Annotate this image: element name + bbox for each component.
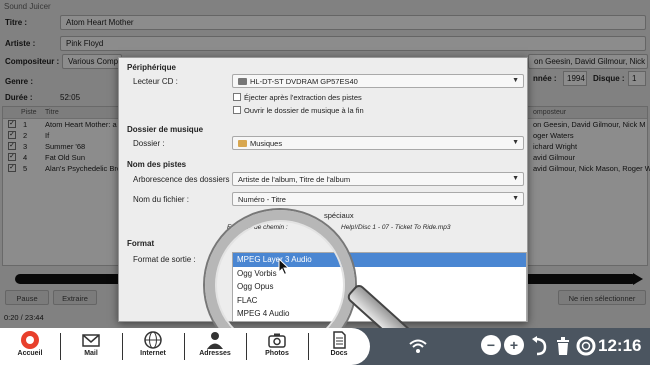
wifi-icon[interactable] bbox=[408, 337, 428, 355]
dock-item-adresses[interactable]: Adresses bbox=[190, 330, 240, 364]
filename-select[interactable]: Numéro - Titre ▼ bbox=[232, 192, 524, 206]
dock-item-photos[interactable]: Photos bbox=[252, 330, 302, 364]
folder-select[interactable]: Musiques ▼ bbox=[232, 136, 524, 150]
dock-item-docs[interactable]: Docs bbox=[314, 330, 364, 364]
dock-divider bbox=[122, 333, 123, 360]
chevron-down-icon: ▼ bbox=[512, 175, 519, 182]
help-lifebuoy-icon[interactable] bbox=[576, 336, 596, 356]
zoom-in-icon[interactable]: + bbox=[504, 335, 524, 355]
dock-divider bbox=[246, 333, 247, 360]
dock-item-mail[interactable]: Mail bbox=[66, 330, 116, 364]
output-format-label: Format de sortie : bbox=[133, 255, 196, 264]
example-path: Help!/Disc 1 - 07 - Ticket To Ride.mp3 bbox=[341, 224, 451, 231]
clock: 12:16 bbox=[598, 336, 642, 355]
folder-value: Musiques bbox=[250, 139, 283, 148]
filename-value: Numéro - Titre bbox=[238, 195, 286, 204]
camera-icon bbox=[268, 333, 286, 348]
mouse-pointer-icon bbox=[278, 258, 290, 276]
folder-label: Dossier : bbox=[133, 139, 165, 148]
section-format: Format bbox=[127, 239, 155, 248]
dock-label: Adresses bbox=[199, 350, 231, 357]
cd-reader-select[interactable]: HL-DT-ST DVDRAM GP57ES40 ▼ bbox=[232, 74, 524, 88]
chevron-down-icon: ▼ bbox=[512, 77, 519, 84]
open-folder-option[interactable]: Ouvrir le dossier de musique à la fin bbox=[233, 106, 364, 115]
filename-label: Nom du fichier : bbox=[133, 195, 190, 204]
folder-tree-value: Artiste de l'album, Titre de l'album bbox=[238, 175, 351, 184]
open-folder-label: Ouvrir le dossier de musique à la fin bbox=[244, 106, 364, 115]
zoom-out-icon[interactable]: − bbox=[481, 335, 501, 355]
eject-option[interactable]: Éjecter après l'extraction des pistes bbox=[233, 93, 362, 102]
dock-item-internet[interactable]: Internet bbox=[128, 330, 178, 364]
dock-divider bbox=[184, 333, 185, 360]
document-icon bbox=[333, 331, 346, 349]
folder-icon bbox=[238, 140, 247, 147]
cd-drive-icon bbox=[238, 78, 247, 85]
open-folder-checkbox[interactable] bbox=[233, 106, 241, 114]
chevron-down-icon: ▼ bbox=[512, 139, 519, 146]
cd-reader-label: Lecteur CD : bbox=[133, 77, 178, 86]
dock-label: Docs bbox=[330, 350, 348, 357]
dock-divider bbox=[308, 333, 309, 360]
section-track-names: Nom des pistes bbox=[127, 160, 187, 169]
dock-divider bbox=[60, 333, 61, 360]
chevron-down-icon: ▼ bbox=[512, 195, 519, 202]
eject-checkbox[interactable] bbox=[233, 93, 241, 101]
app-dock: Accueil Mail Internet Adresses Photos Do… bbox=[0, 328, 370, 365]
globe-icon bbox=[144, 331, 162, 349]
section-music-folder: Dossier de musique bbox=[127, 125, 204, 134]
folder-tree-label: Arborescence des dossiers : bbox=[133, 175, 234, 184]
eject-label: Éjecter après l'extraction des pistes bbox=[244, 93, 362, 102]
dock-item-accueil[interactable]: Accueil bbox=[5, 330, 55, 364]
section-peripheral: Périphérique bbox=[127, 63, 176, 72]
cd-reader-value: HL-DT-ST DVDRAM GP57ES40 bbox=[250, 77, 358, 86]
dock-label: Mail bbox=[84, 350, 98, 357]
dock-label: Accueil bbox=[17, 350, 43, 357]
special-chars-label: spéciaux bbox=[324, 211, 354, 220]
folder-tree-select[interactable]: Artiste de l'album, Titre de l'album ▼ bbox=[232, 172, 524, 186]
home-icon bbox=[21, 331, 39, 349]
mail-icon bbox=[82, 334, 100, 347]
dock-label: Internet bbox=[140, 350, 166, 357]
trash-icon[interactable] bbox=[555, 336, 571, 356]
undo-icon[interactable] bbox=[531, 336, 547, 356]
dock-label: Photos bbox=[265, 350, 289, 357]
contacts-icon bbox=[207, 332, 223, 349]
